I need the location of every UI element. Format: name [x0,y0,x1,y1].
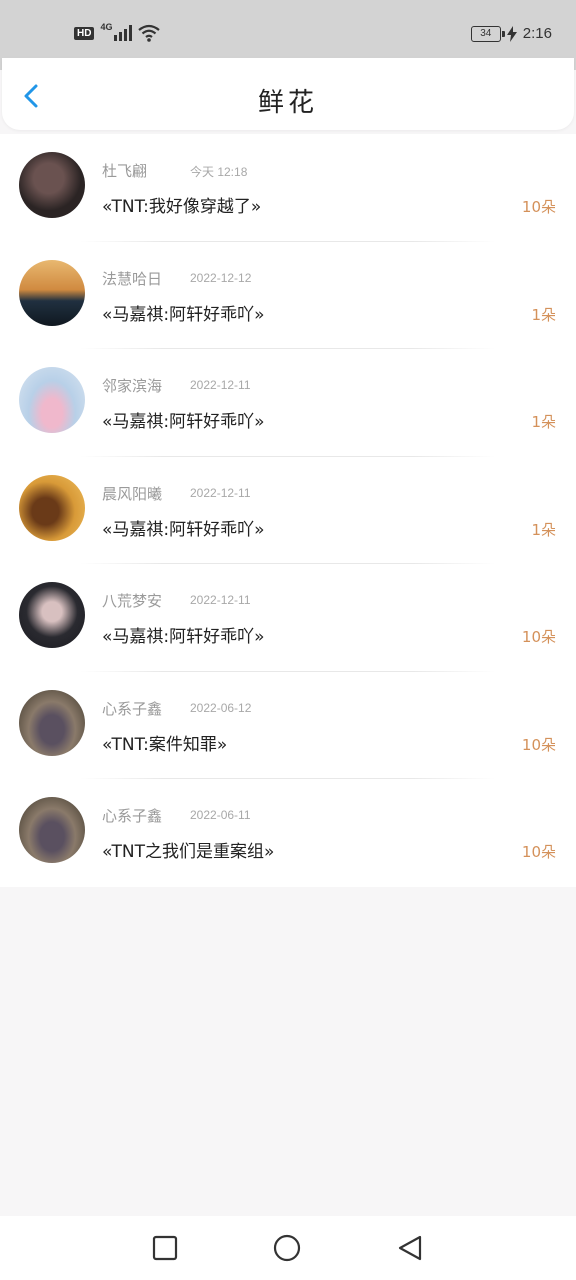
list-item[interactable]: 八荒梦安 2022-12-11 «马嘉祺:阿轩好乖吖» 10朵 [0,564,576,672]
avatar[interactable] [19,367,85,433]
list-item[interactable]: 杜飞翩 今天 12:18 «TNT:我好像穿越了» 10朵 [0,134,576,242]
circle-icon [273,1234,301,1262]
list-item[interactable]: 法慧哈日 2022-12-12 «马嘉祺:阿轩好乖吖» 1朵 [0,242,576,349]
gift-list: 杜飞翩 今天 12:18 «TNT:我好像穿越了» 10朵 法慧哈日 2022-… [0,134,576,887]
work-title: «马嘉祺:阿轩好乖吖» [102,627,265,647]
sender-name: 杜飞翩 [102,162,148,180]
gift-date: 2022-12-11 [190,485,251,500]
gift-date: 2022-12-12 [190,270,252,285]
avatar[interactable] [19,582,85,648]
gift-date: 2022-06-11 [190,808,251,822]
battery-level: 34 [480,28,492,39]
work-title: «TNT:我好像穿越了» [102,197,262,217]
flower-count: 10朵 [521,198,556,216]
flower-count: 1朵 [531,305,556,324]
status-left: HD 4G [74,22,161,42]
system-back-button[interactable] [396,1234,424,1262]
page-title: 鲜花 [257,88,318,118]
flower-count: 10朵 [521,628,556,646]
charging-icon [506,25,517,42]
square-icon [152,1235,178,1261]
sender-name: 邻家滨海 [102,377,163,395]
gift-date: 今天 12:18 [190,165,248,179]
list-item[interactable]: 心系子鑫 2022-06-11 «TNT之我们是重案组» 10朵 [0,779,576,887]
work-title: «TNT:案件知罪» [102,734,228,755]
wifi-icon [138,24,161,42]
flower-count: 1朵 [531,413,556,431]
gift-date: 2022-12-11 [190,593,251,607]
avatar[interactable] [19,474,85,541]
avatar[interactable] [19,689,85,756]
gift-date: 2022-06-12 [190,700,252,715]
signal-icon [114,25,133,41]
sender-name: 八荒梦安 [102,592,163,610]
recent-apps-button[interactable] [151,1234,179,1262]
work-title: «马嘉祺:阿轩好乖吖» [102,519,265,540]
work-title: «马嘉祺:阿轩好乖吖» [102,412,265,432]
battery-icon: 34 [470,25,505,42]
sender-name: 心系子鑫 [102,699,163,718]
network-label: 4G [100,22,113,32]
work-title: «TNT之我们是重案组» [102,842,275,862]
flower-count: 10朵 [521,735,556,754]
clock: 2:16 [522,25,552,42]
avatar[interactable] [19,259,85,326]
avatar[interactable] [19,797,85,863]
system-nav-bar [0,1216,576,1280]
sender-name: 心系子鑫 [102,807,163,825]
work-title: «马嘉祺:阿轩好乖吖» [102,304,265,325]
avatar[interactable] [19,152,85,218]
sender-name: 晨风阳曦 [102,484,163,503]
flower-count: 1朵 [531,520,556,539]
list-item[interactable]: 心系子鑫 2022-06-12 «TNT:案件知罪» 10朵 [0,672,576,779]
sender-name: 法慧哈日 [102,269,163,288]
hd-badge: HD [74,26,95,40]
flower-count: 10朵 [521,843,556,861]
home-button[interactable] [273,1234,301,1262]
triangle-back-icon [398,1235,422,1261]
gift-date: 2022-12-11 [190,378,251,392]
list-item[interactable]: 邻家滨海 2022-12-11 «马嘉祺:阿轩好乖吖» 1朵 [0,349,576,457]
app-header: 鲜花 [2,58,574,130]
status-right: 34 2:16 [470,25,552,42]
list-item[interactable]: 晨风阳曦 2022-12-11 «马嘉祺:阿轩好乖吖» 1朵 [0,457,576,564]
